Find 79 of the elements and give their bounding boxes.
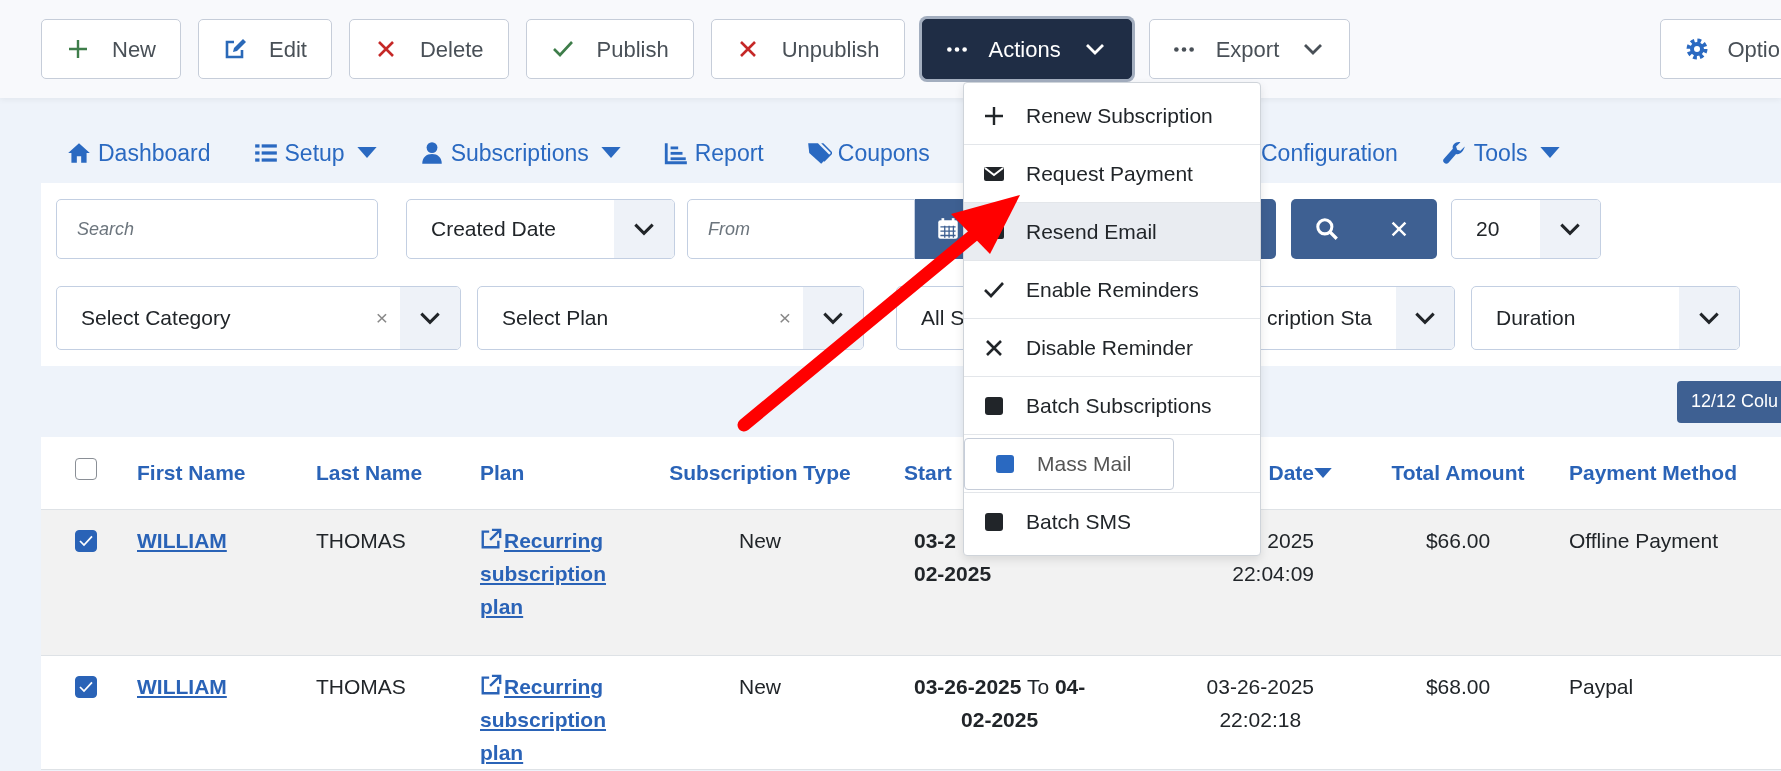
column-header[interactable]: Payment Method — [1569, 457, 1738, 489]
toolbar-button[interactable]: New — [41, 19, 181, 79]
toolbar-button[interactable]: Edit — [198, 19, 332, 79]
menu-item[interactable]: Mass Mail — [964, 437, 1174, 490]
column-header[interactable]: Subscription Type — [669, 457, 851, 489]
column-header[interactable]: Plan — [480, 457, 525, 489]
toolbar-button[interactable]: Unpublish — [710, 19, 905, 79]
date-range-text: 04- — [1054, 674, 1086, 698]
menu-item[interactable]: Disable Reminder — [964, 319, 1260, 377]
caret-down-icon — [356, 147, 377, 159]
clear-icon[interactable]: × — [778, 302, 803, 334]
date-range-text: To — [1026, 674, 1050, 698]
select-field[interactable]: Duration — [1471, 286, 1740, 350]
table-cell: New — [739, 674, 781, 698]
date-range-text: 03-26-2025 — [914, 674, 1022, 698]
row-checkbox[interactable] — [75, 675, 97, 698]
menu-item[interactable]: Resend Email — [964, 203, 1260, 261]
external-link-icon — [480, 527, 502, 550]
date-range-text: 02-2025 — [961, 707, 1039, 731]
date-range-text: 03-2 — [914, 528, 957, 552]
select-field[interactable]: 20 — [1451, 199, 1601, 259]
nav-link[interactable]: Subscriptions — [418, 135, 621, 170]
menu-item[interactable]: Request Payment — [964, 145, 1260, 203]
column-header[interactable]: Total Amount — [1391, 457, 1525, 489]
date-text: 22:02:18 — [1218, 706, 1303, 733]
dropdown-button[interactable]: Actions — [921, 19, 1132, 79]
date-text: 03-26-2025 — [1206, 673, 1314, 700]
menu-item[interactable]: Renew Subscription — [964, 87, 1260, 145]
search-field[interactable]: Search — [56, 199, 378, 259]
table-cell: $68.00 — [1425, 674, 1491, 698]
column-header[interactable]: Date — [1268, 457, 1332, 489]
table-cell: THOMAS — [316, 674, 406, 698]
square-icon — [982, 510, 1006, 534]
column-header[interactable]: First Name — [137, 457, 246, 489]
table-cell: Offline Payment — [1569, 528, 1719, 552]
plus-icon — [66, 37, 90, 61]
table-cell: $66.00 — [1425, 528, 1491, 552]
name-link[interactable]: WILLIAM — [137, 528, 227, 552]
select-field[interactable]: Created Date — [406, 199, 675, 259]
caret-down-icon — [1539, 147, 1560, 159]
nav-link[interactable]: Report — [662, 135, 764, 170]
date-text: 2025 — [1266, 527, 1314, 554]
nav-link[interactable]: Setup — [252, 135, 377, 170]
date-text: 22:04:09 — [1232, 560, 1314, 587]
column-header[interactable]: Last Name — [316, 457, 423, 489]
checkbox[interactable] — [75, 458, 97, 480]
table-cell: Paypal — [1569, 674, 1634, 698]
nav-link[interactable]: Tools — [1441, 135, 1560, 170]
nav-link[interactable]: Coupons — [805, 135, 930, 170]
name-link[interactable]: WILLIAM — [137, 674, 227, 698]
clear-icon[interactable]: × — [375, 302, 400, 334]
row-checkbox[interactable] — [75, 529, 97, 552]
dropdown-button[interactable]: Export — [1148, 19, 1351, 79]
columns-button[interactable]: 12/12 Colu — [1676, 380, 1781, 423]
toolbar-button[interactable]: Publish — [525, 19, 694, 79]
menu-item[interactable]: Batch SMS — [964, 493, 1260, 551]
table-cell: THOMAS — [316, 528, 406, 552]
nav-link[interactable]: Configuration — [1261, 135, 1398, 170]
column-header[interactable]: Start — [904, 457, 952, 489]
external-link-icon — [480, 673, 502, 696]
date-field[interactable]: From — [687, 199, 915, 259]
plan-link[interactable]: Recurring subscription plan — [480, 669, 626, 769]
caret-down-icon — [600, 147, 621, 159]
select-field[interactable]: Select Category × — [56, 286, 461, 350]
dots-icon — [946, 46, 967, 52]
table-cell: New — [739, 528, 781, 552]
edit-icon — [223, 37, 247, 61]
calendar-icon — [935, 216, 961, 242]
date-range-text: 02-2025 — [914, 561, 992, 585]
settings-icon — [1685, 37, 1710, 61]
select-field[interactable]: Select Plan × — [477, 286, 864, 350]
menu-item[interactable]: Enable Reminders — [964, 261, 1260, 319]
toolbar-button[interactable]: Delete — [348, 19, 509, 79]
nav-link[interactable]: Dashboard — [66, 135, 211, 170]
caret-down-icon — [1314, 467, 1332, 478]
dots-icon — [1173, 46, 1194, 52]
search-icon — [1314, 216, 1340, 242]
menu-item[interactable]: Batch Subscriptions — [964, 377, 1260, 435]
toolbar-button[interactable]: Optio — [1660, 19, 1781, 79]
